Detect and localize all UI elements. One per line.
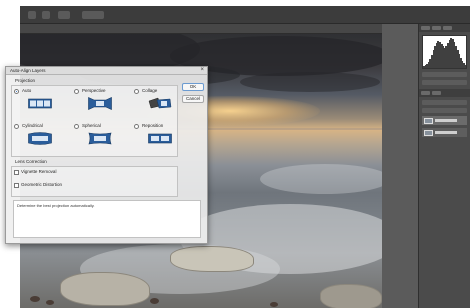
pasteboard xyxy=(382,24,418,308)
layer-thumbnail xyxy=(424,129,433,136)
panel-row xyxy=(422,80,467,85)
option-label: Collage xyxy=(142,88,158,93)
projection-option-spherical[interactable]: Spherical xyxy=(74,123,130,151)
right-panel-dock xyxy=(418,24,470,308)
options-bar xyxy=(20,6,470,24)
projection-label: Projection xyxy=(15,78,36,83)
auto-radio[interactable] xyxy=(14,89,19,94)
vignette-removal-label: Vignette Removal xyxy=(21,169,57,174)
tool-preset-control[interactable] xyxy=(28,11,36,19)
ok-button[interactable]: OK xyxy=(182,83,204,91)
cylindrical-radio[interactable] xyxy=(14,124,19,129)
projection-option-perspective[interactable]: Perspective xyxy=(74,88,130,116)
lens-correction-label: Lens Correction xyxy=(15,159,47,164)
dialog-title: Auto-Align Layers xyxy=(10,68,46,73)
reposition-radio[interactable] xyxy=(134,124,139,129)
option-label: Auto xyxy=(22,88,32,93)
options-field[interactable] xyxy=(82,11,104,19)
panel-tabs[interactable] xyxy=(419,24,470,32)
cancel-button[interactable]: Cancel xyxy=(182,95,204,103)
projection-option-cylindrical[interactable]: Cylindrical xyxy=(14,123,70,151)
spherical-projection-icon xyxy=(88,132,112,145)
option-label: Perspective xyxy=(82,88,106,93)
auto-projection-icon xyxy=(28,98,52,109)
layer-thumbnail xyxy=(424,117,433,124)
cylindrical-projection-icon xyxy=(28,132,52,145)
collage-projection-icon xyxy=(148,97,172,109)
layer-row[interactable] xyxy=(422,128,467,137)
layers-tabs[interactable] xyxy=(419,89,470,97)
vignette-removal-checkbox[interactable] xyxy=(14,170,19,175)
option-label: Cylindrical xyxy=(22,123,43,128)
option-label: Spherical xyxy=(82,123,101,128)
projection-option-reposition[interactable]: Reposition xyxy=(134,123,190,151)
spherical-radio[interactable] xyxy=(74,124,79,129)
geometric-distortion-checkbox[interactable] xyxy=(14,183,19,188)
histogram-panel xyxy=(422,35,467,69)
document-tab-bar[interactable] xyxy=(20,24,382,34)
collage-radio[interactable] xyxy=(134,89,139,94)
layer-row[interactable] xyxy=(422,116,467,125)
description-box: Determine the best projection automatica… xyxy=(13,200,201,238)
dialog-titlebar[interactable]: Auto-Align Layers × xyxy=(6,67,207,75)
option-label: Reposition xyxy=(142,123,164,128)
projection-option-auto[interactable]: Auto xyxy=(14,88,70,116)
histogram-bar xyxy=(466,66,467,68)
close-icon[interactable]: × xyxy=(200,67,204,74)
panel-row xyxy=(422,100,467,105)
panel-row xyxy=(422,72,467,77)
options-control[interactable] xyxy=(58,11,70,19)
perspective-radio[interactable] xyxy=(74,89,79,94)
perspective-projection-icon xyxy=(88,97,112,110)
geometric-distortion-label: Geometric Distortion xyxy=(21,182,63,187)
auto-align-dialog: Auto-Align Layers × Projection Auto Pers… xyxy=(5,66,208,244)
reposition-projection-icon xyxy=(148,133,172,144)
panel-row xyxy=(422,108,467,113)
options-control[interactable] xyxy=(42,11,50,19)
description-text: Determine the best projection automatica… xyxy=(17,203,95,208)
